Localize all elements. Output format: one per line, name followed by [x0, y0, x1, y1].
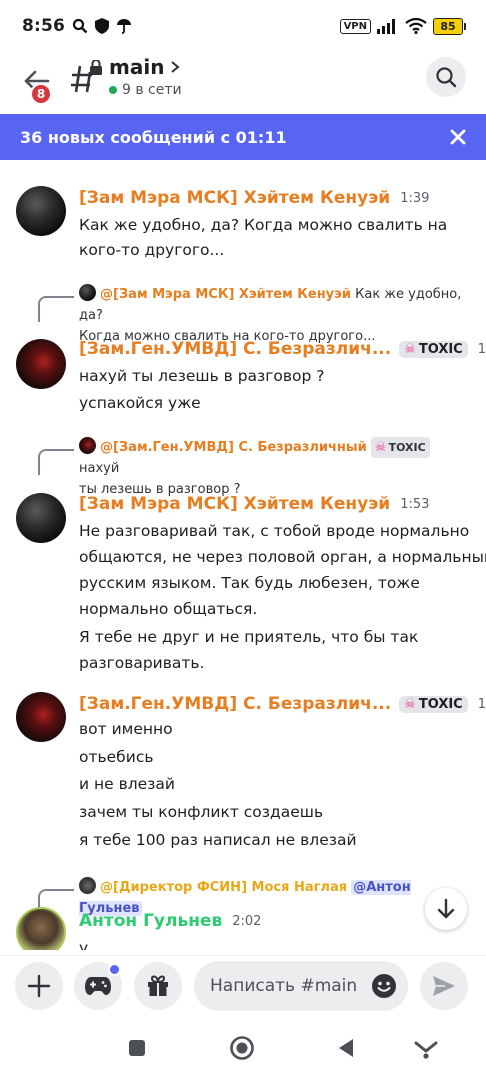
skull-icon: ☠ — [404, 341, 416, 357]
scroll-to-bottom-button[interactable] — [425, 888, 467, 930]
reply-author: @[Зам.Ген.УМВД] С. Безразличный — [100, 440, 367, 455]
avatar[interactable] — [16, 692, 66, 742]
channel-name: main — [109, 55, 165, 79]
message-author[interactable]: [Зам Мэра МСК] Хэйтем Кенуэй — [79, 494, 390, 514]
chevron-right-icon — [171, 61, 180, 73]
gamepad-icon — [85, 977, 111, 995]
back-nav-icon[interactable] — [337, 1037, 355, 1059]
online-dot — [109, 86, 117, 94]
add-attachment-button[interactable] — [15, 962, 63, 1010]
message-author[interactable]: [Зам.Ген.УМВД] С. Безразлич... — [79, 694, 391, 714]
send-icon — [433, 976, 455, 996]
search-button[interactable] — [426, 57, 466, 97]
search-icon — [436, 67, 457, 88]
message-input-placeholder: Написать #main — [210, 976, 358, 996]
unread-badge: 8 — [30, 83, 52, 105]
message-text: Как же удобно, да? Когда можно свалить н… — [79, 216, 448, 234]
emoji-icon[interactable] — [371, 973, 397, 999]
battery-icon: 85 — [433, 17, 466, 35]
reply-avatar — [79, 877, 96, 894]
home-icon[interactable] — [229, 1035, 255, 1061]
message-text: я тебе 100 раз написал не влезай — [79, 831, 357, 849]
message-time: 2:02 — [232, 913, 262, 929]
skull-icon: ☠ — [404, 696, 416, 712]
battery-level: 85 — [433, 17, 463, 35]
message-text: Не разговаривай так, с тобой вроде норма… — [79, 522, 470, 540]
wifi-icon — [405, 18, 427, 34]
send-button[interactable] — [420, 962, 468, 1010]
message-text: нормально общаться. — [79, 600, 258, 618]
new-messages-banner[interactable]: 36 новых сообщений с 01:11 — [0, 114, 486, 160]
reply-connector — [38, 449, 74, 475]
reply-author: @[Зам Мэра МСК] Хэйтем Кенуэй — [100, 287, 351, 302]
avatar[interactable] — [16, 186, 66, 236]
reply-connector — [38, 296, 74, 322]
message-text: у — [79, 939, 89, 950]
message-author[interactable]: [Зам Мэра МСК] Хэйтем Кенуэй — [79, 188, 390, 208]
new-messages-text: 36 новых сообщений с 01:11 — [20, 127, 287, 147]
shield-icon — [95, 18, 110, 34]
gift-icon — [148, 975, 168, 996]
avatar[interactable] — [16, 339, 66, 389]
toxic-tag: ☠ TOXIC — [399, 695, 468, 713]
online-status: 9 в сети — [109, 82, 182, 98]
message-time: 1:53 — [400, 496, 430, 512]
plus-icon — [27, 974, 51, 998]
toxic-tag: ☠ TOXIC — [399, 340, 468, 358]
message-text: успакойся уже — [79, 394, 201, 412]
message-time: 1:57 — [477, 696, 486, 712]
reply-preview[interactable]: @[Зам Мэра МСК] Хэйтем Кенуэй Как же удо… — [79, 284, 474, 347]
tag-label: TOXIC — [388, 441, 426, 454]
skull-icon: ☠ — [374, 440, 387, 455]
vpn-badge: VPN — [339, 18, 371, 34]
search-status-icon — [72, 18, 88, 34]
message-text: нахуй ты лезешь в разговор ? — [79, 367, 325, 385]
message-author[interactable]: [Зам.Ген.УМВД] С. Безразлич... — [79, 339, 391, 359]
arrow-down-icon — [437, 898, 455, 919]
recents-icon[interactable] — [127, 1038, 147, 1058]
channel-title[interactable]: main — [109, 55, 180, 79]
reply-toxic-tag: ☠ TOXIC — [370, 437, 430, 458]
message-text: русским языком. Так будь любезен, тоже — [79, 574, 420, 592]
reply-avatar — [79, 437, 96, 454]
message-time: 1:47 — [477, 341, 486, 357]
online-count: 9 в сети — [122, 82, 182, 98]
message-text: зачем ты конфликт создаешь — [79, 803, 324, 821]
message-list[interactable]: [Зам Мэра МСК] Хэйтем Кенуэй 1:39 Как же… — [0, 160, 486, 950]
avatar[interactable] — [16, 493, 66, 543]
message-text: и не влезай — [79, 775, 175, 793]
message-time: 1:39 — [400, 190, 430, 206]
status-bar: 8:56 VPN 85 — [0, 0, 486, 52]
system-nav-bar — [0, 1022, 486, 1080]
reply-preview[interactable]: @[Зам.Ген.УМВД] С. Безразличный ☠ TOXIC н… — [79, 437, 474, 500]
message-text: кого-то другого... — [79, 241, 225, 259]
close-icon[interactable] — [448, 127, 468, 147]
message-text: Я тебе не друг и не приятель, что бы так — [79, 628, 419, 646]
reply-avatar — [79, 284, 96, 301]
avatar[interactable] — [16, 907, 66, 950]
locked-channel-icon — [71, 60, 102, 93]
signal-icon — [377, 19, 395, 34]
notification-dot — [108, 963, 121, 976]
message-text: вот именно — [79, 720, 173, 738]
message-text: общаются, не через половой орган, а норм… — [79, 548, 486, 566]
umbrella-icon — [117, 19, 132, 34]
reply-author: @[Директор ФСИН] Мося Наглая — [100, 880, 348, 895]
assistant-icon[interactable] — [414, 1036, 438, 1060]
reply-text: нахуй — [79, 461, 120, 476]
message-text: отьебись — [79, 748, 154, 766]
status-time: 8:56 — [22, 16, 66, 36]
channel-header: 8 main 9 в сети — [0, 52, 486, 108]
message-author[interactable]: Антон Гульнев — [79, 911, 222, 931]
message-text: разговаривать. — [79, 654, 205, 672]
tag-label: TOXIC — [418, 341, 463, 357]
back-button[interactable]: 8 — [18, 62, 58, 105]
tag-label: TOXIC — [418, 696, 463, 712]
gift-button[interactable] — [134, 962, 182, 1010]
